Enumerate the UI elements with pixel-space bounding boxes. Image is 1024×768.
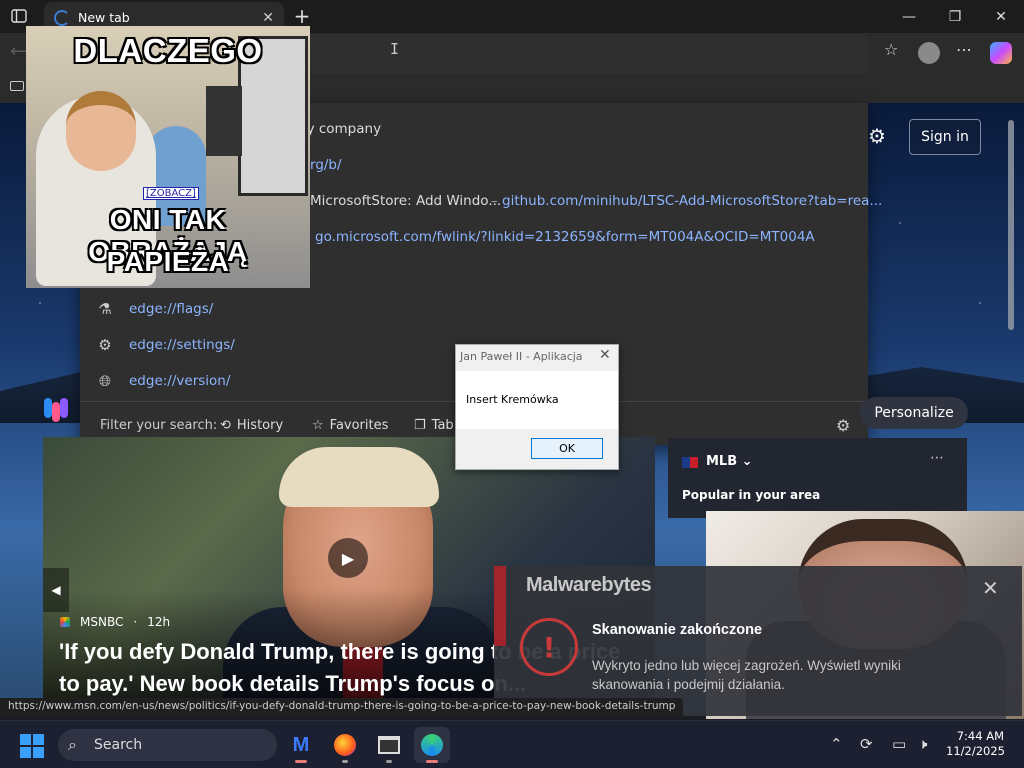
- alert-icon: !: [520, 618, 578, 676]
- show-hidden-icons-icon[interactable]: ⌃: [830, 735, 843, 753]
- suggestion-title: MicrosoftStore: Add Windo...: [310, 193, 502, 209]
- new-tab-button[interactable]: +: [290, 4, 314, 28]
- tabs-icon: ❐: [414, 417, 426, 433]
- edge-favicon-icon: [54, 9, 70, 26]
- gear-icon: ⚙: [98, 336, 112, 354]
- dialog-message: Insert Kremówka: [466, 393, 559, 406]
- sign-in-button[interactable]: Sign in: [909, 119, 981, 155]
- network-icon[interactable]: ▭: [892, 735, 906, 753]
- malwarebytes-logo: Malwarebytes: [526, 574, 652, 596]
- profile-avatar[interactable]: [918, 42, 940, 64]
- card-more-icon[interactable]: ⋯: [930, 450, 944, 466]
- meme-see-link[interactable]: [ZOBACZ]: [143, 187, 199, 200]
- volume-muted-icon[interactable]: 🕨︎: [918, 735, 927, 753]
- filter-settings-gear-icon[interactable]: ⚙: [836, 416, 850, 435]
- globe-icon: 🌐︎: [98, 372, 111, 390]
- tab-close-icon[interactable]: ✕: [262, 10, 274, 26]
- meme-caption-bottom: PAPIEŻA: [106, 246, 230, 277]
- notification-body: Wykryto jedno lub więcej zagrożeń. Wyświ…: [592, 658, 901, 692]
- filter-tabs-button[interactable]: ❐ Tab: [414, 418, 454, 433]
- page-settings-gear-icon[interactable]: ⚙: [868, 124, 886, 148]
- close-window-button[interactable]: ✕: [978, 4, 1024, 30]
- alert-dialog: Jan Paweł II - Aplikacja ✕ Insert Kremów…: [455, 344, 619, 470]
- malwarebytes-notification[interactable]: Malwarebytes ✕ ! Skanowanie zakończone W…: [494, 566, 1022, 716]
- edge-app-icon[interactable]: [414, 727, 450, 763]
- search-label: Search: [94, 737, 143, 753]
- firefox-app-icon[interactable]: [327, 727, 363, 763]
- dialog-title: Jan Paweł II - Aplikacja: [460, 350, 583, 363]
- filter-favorites-button[interactable]: ☆ Favorites: [312, 418, 388, 433]
- notification-close-icon[interactable]: ✕: [982, 576, 999, 600]
- window-app-icon[interactable]: [371, 727, 407, 763]
- mlb-logo-icon: [682, 457, 698, 468]
- tab-title: New tab: [78, 10, 130, 25]
- windows-taskbar: ⌕ Search M ⌃ ⟳ ▭ 🕨︎ 7:44 AM 11/2/2025: [0, 720, 1024, 768]
- personalize-button[interactable]: Personalize: [860, 397, 968, 429]
- person-head: [66, 91, 136, 171]
- history-icon: ⟲: [220, 417, 231, 433]
- tab-actions-icon[interactable]: [8, 6, 30, 26]
- maximize-button[interactable]: ❐: [932, 4, 978, 30]
- page-scrollbar[interactable]: [1008, 120, 1014, 330]
- status-bar-url: https://www.msn.com/en-us/news/politics/…: [0, 698, 684, 716]
- favorites-folder-icon[interactable]: [10, 81, 24, 91]
- mlb-card[interactable]: MLB ⌄ ⋯ Popular in your area: [668, 438, 967, 518]
- star-icon: ☆: [312, 417, 324, 433]
- play-video-button[interactable]: ▶: [328, 538, 368, 578]
- notification-title: Skanowanie zakończone: [592, 622, 763, 638]
- sync-icon[interactable]: ⟳: [860, 735, 873, 753]
- flask-icon: ⚗: [98, 300, 112, 318]
- suggestion-item-flags[interactable]: ⚗ edge://flags/: [80, 291, 868, 327]
- add-favorite-icon[interactable]: ☆: [884, 40, 898, 59]
- mlb-title[interactable]: MLB ⌄: [706, 454, 753, 469]
- carousel-previous-button[interactable]: ◀: [43, 568, 69, 612]
- msn-logo-icon[interactable]: [44, 398, 68, 422]
- suggestion-separator: –: [491, 193, 498, 209]
- taskbar-search-box[interactable]: ⌕ Search: [58, 729, 277, 761]
- source-logo-icon: [60, 617, 70, 627]
- taskbar-clock[interactable]: 7:44 AM 11/2/2025: [946, 729, 1005, 759]
- dialog-body: Insert Kremówka: [456, 371, 618, 429]
- dialog-ok-button[interactable]: OK: [531, 438, 603, 459]
- copilot-icon[interactable]: [990, 42, 1012, 64]
- minimize-button[interactable]: —: [886, 4, 932, 30]
- dialog-close-icon[interactable]: ✕: [599, 347, 611, 363]
- more-options-icon[interactable]: ⋯: [956, 40, 972, 59]
- alert-accent-bar: [494, 566, 506, 646]
- meme-caption-top: DLACZEGO: [73, 32, 263, 69]
- windows-start-icon[interactable]: [20, 734, 44, 758]
- source-separator: ·: [133, 615, 138, 629]
- meme-popup-image[interactable]: DLACZEGO [ZOBACZ] ONI TAK OBRAŻAJĄ PAPIE…: [26, 26, 310, 288]
- article-age: 12h: [147, 615, 171, 629]
- source-name: MSNBC: [80, 615, 124, 629]
- filter-label: Filter your search:: [100, 417, 218, 433]
- malwarebytes-app-icon[interactable]: M: [283, 727, 319, 763]
- search-icon: ⌕: [68, 735, 77, 754]
- filter-history-button[interactable]: ⟲ History: [220, 418, 283, 433]
- text-cursor-icon: I: [390, 40, 400, 58]
- clock-date: 11/2/2025: [946, 744, 1005, 758]
- hair: [279, 447, 439, 507]
- news-source: MSNBC · 12h: [60, 615, 170, 629]
- clock-time: 7:44 AM: [956, 729, 1004, 743]
- monitor: [206, 86, 242, 156]
- popular-label: Popular in your area: [682, 488, 821, 502]
